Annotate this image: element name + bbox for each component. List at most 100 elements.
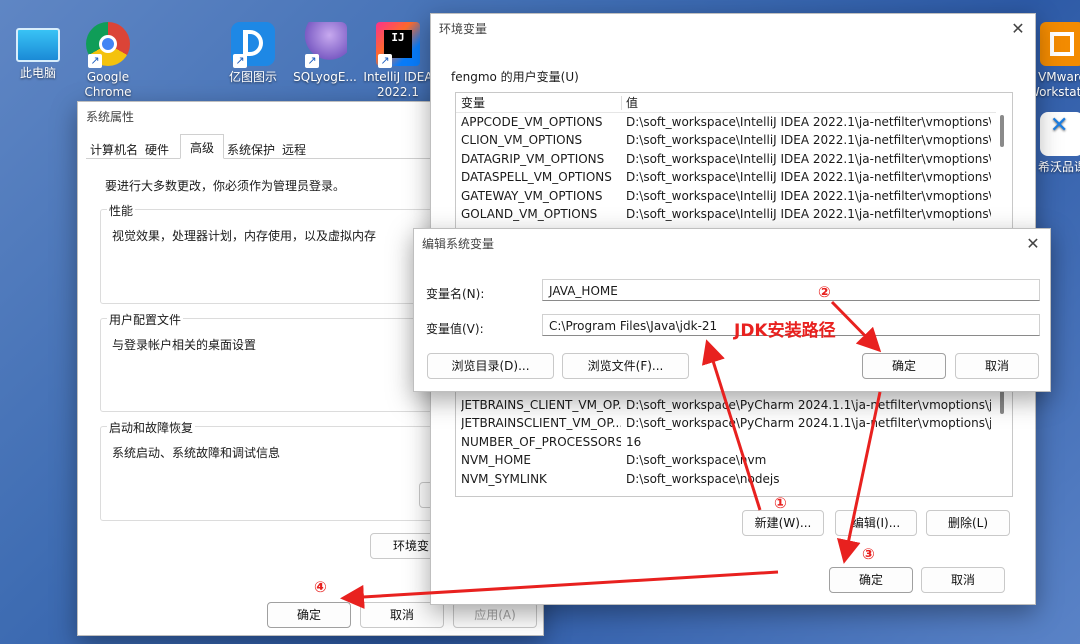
ok-button[interactable]: 确定	[829, 567, 913, 593]
desktop-icon-sqlyog[interactable]: ↗ SQLyogE...	[287, 22, 363, 85]
table-row[interactable]: JETBRAINSCLIENT_VM_OP... D:\soft_workspac…	[456, 414, 996, 432]
column-header-variable[interactable]: 变量	[461, 94, 621, 112]
scrollbar-bottom[interactable]	[1000, 390, 1004, 414]
vmware-icon	[1040, 22, 1080, 66]
performance-group: 性能 视觉效果，处理器计划，内存使用，以及虚拟内存	[100, 202, 462, 304]
user-profile-group: 用户配置文件 与登录帐户相关的桌面设置	[100, 311, 462, 412]
variable-value-cell: D:\soft_workspace\IntelliJ IDEA 2022.1\j…	[626, 151, 991, 166]
desktop-icon-label: 此电脑	[19, 66, 56, 80]
tab-system-protection[interactable]: 系统保护	[227, 141, 275, 158]
user-variables-label: fengmo 的用户变量(U)	[451, 70, 579, 84]
variable-value-cell: D:\soft_workspace\IntelliJ IDEA 2022.1\j…	[626, 188, 991, 203]
dolphin-icon: ↗	[303, 22, 347, 68]
table-row[interactable]: CLION_VM_OPTIONS D:\soft_workspace\Intell…	[456, 131, 996, 149]
startup-recovery-group: 启动和故障恢复 系统启动、系统故障和调试信息	[100, 419, 462, 521]
chrome-icon: ↗	[86, 22, 130, 68]
variable-name-cell: JETBRAINSCLIENT_VM_OP...	[461, 416, 621, 431]
desktop-icon-label: SQLyogE...	[293, 70, 357, 84]
variable-name-cell: APPCODE_VM_OPTIONS	[461, 115, 603, 129]
tab-remote[interactable]: 远程	[282, 141, 306, 158]
tab-hardware[interactable]: 硬件	[145, 141, 169, 158]
tab-advanced[interactable]: 高级	[180, 134, 224, 159]
shortcut-arrow-icon: ↗	[378, 54, 392, 68]
column-header-value[interactable]: 值	[626, 94, 991, 112]
table-row[interactable]: JETBRAINS_CLIENT_VM_OP... D:\soft_workspa…	[456, 396, 996, 414]
variable-name-cell: GOLAND_VM_OPTIONS	[461, 207, 598, 221]
variable-name-cell: NUMBER_OF_PROCESSORS	[461, 434, 621, 449]
edraw-icon: ↗	[231, 22, 275, 68]
browse-directory-button[interactable]: 浏览目录(D)...	[427, 353, 554, 379]
variable-value-label: 变量值(V):	[426, 322, 484, 336]
startup-recovery-desc: 系统启动、系统故障和调试信息	[112, 446, 281, 460]
desktop-icon-chrome[interactable]: ↗ Google Chrome	[70, 22, 146, 100]
ok-button[interactable]: 确定	[862, 353, 946, 379]
variable-name-cell: NVM_SYMLINK	[461, 471, 547, 486]
window-title: 系统属性	[86, 110, 135, 124]
admin-note: 要进行大多数更改，你必须作为管理员登录。	[105, 179, 346, 193]
desktop-icon-label: 亿图图示	[228, 70, 277, 84]
apply-button[interactable]: 应用(A)	[453, 602, 537, 628]
user-profile-desc: 与登录帐户相关的桌面设置	[112, 338, 257, 352]
table-row[interactable]: DATAGRIP_VM_OPTIONS D:\soft_workspace\Int…	[456, 150, 996, 168]
variable-value-cell: D:\soft_workspace\nvm	[626, 453, 767, 468]
browse-file-button[interactable]: 浏览文件(F)...	[562, 353, 689, 379]
variable-value-cell: D:\soft_workspace\IntelliJ IDEA 2022.1\j…	[626, 133, 991, 148]
variable-value-cell: D:\soft_workspace\nodejs	[626, 471, 780, 486]
seewo-icon: ✕	[1040, 112, 1080, 156]
table-row[interactable]: NVM_HOME D:\soft_workspace\nvm	[456, 451, 996, 469]
variable-name-input[interactable]: JAVA_HOME	[542, 279, 1040, 301]
variable-name-cell: DATAGRIP_VM_OPTIONS	[461, 151, 605, 166]
variable-name-cell: JETBRAINS_CLIENT_VM_OP...	[461, 398, 621, 412]
edit-variable-button[interactable]: 编辑(I)...	[835, 510, 917, 536]
scrollbar-top[interactable]	[1000, 115, 1004, 147]
delete-variable-button[interactable]: 删除(L)	[926, 510, 1010, 536]
step-2-marker: ②	[818, 283, 831, 301]
cancel-button[interactable]: 取消	[360, 602, 444, 628]
desktop-icon-this-pc[interactable]: 此电脑	[0, 22, 76, 81]
window-title: 环境变量	[439, 22, 488, 36]
variable-value-cell: D:\soft_workspace\IntelliJ IDEA 2022.1\j…	[626, 115, 991, 129]
desktop-icon-label: Google Chrome	[84, 70, 132, 99]
edit-system-variable-dialog: 编辑系统变量 ✕ 变量名(N): JAVA_HOME 变量值(V): C:\Pr…	[413, 228, 1051, 392]
variable-name-cell: GATEWAY_VM_OPTIONS	[461, 188, 603, 203]
variable-value-cell: D:\soft_workspace\IntelliJ IDEA 2022.1\j…	[626, 207, 991, 221]
table-row[interactable]: NUMBER_OF_PROCESSORS 16	[456, 433, 996, 451]
step-3-marker: ③	[862, 545, 875, 563]
monitor-icon	[16, 28, 60, 62]
jdk-path-annotation: JDK安装路径	[734, 321, 836, 341]
close-icon[interactable]: ✕	[1007, 18, 1029, 40]
new-variable-button[interactable]: 新建(W)...	[742, 510, 824, 536]
shortcut-arrow-icon: ↗	[233, 54, 247, 68]
tab-computer-name[interactable]: 计算机名	[90, 141, 138, 158]
desktop-icon-edraw[interactable]: ↗ 亿图图示	[215, 22, 291, 85]
table-row[interactable]: NVM_SYMLINK D:\soft_workspace\nodejs	[456, 470, 996, 488]
ok-button[interactable]: 确定	[267, 602, 351, 628]
table-row[interactable]: GOLAND_VM_OPTIONS D:\soft_workspace\Intel…	[456, 205, 996, 223]
shortcut-arrow-icon: ↗	[88, 54, 102, 68]
table-header: 变量 值	[456, 94, 996, 113]
close-icon[interactable]: ✕	[1022, 233, 1044, 255]
shortcut-arrow-icon: ↗	[305, 54, 319, 68]
step-4-marker: ④	[314, 578, 327, 596]
variable-value-cell: D:\soft_workspace\IntelliJ IDEA 2022.1\j…	[626, 170, 991, 185]
user-profile-label: 用户配置文件	[107, 311, 184, 328]
intellij-icon: IJ ↗	[376, 22, 420, 68]
variable-name-cell: DATASPELL_VM_OPTIONS	[461, 170, 612, 185]
desktop-icon-label: IntelliJ IDEA 2022.1	[363, 70, 433, 99]
variable-value-cell: D:\soft_workspace\PyCharm 2024.1.1\ja-ne…	[626, 416, 991, 431]
startup-recovery-label: 启动和故障恢复	[107, 419, 196, 436]
variable-value-cell: D:\soft_workspace\PyCharm 2024.1.1\ja-ne…	[626, 398, 991, 412]
cancel-button[interactable]: 取消	[921, 567, 1005, 593]
table-row[interactable]: DATASPELL_VM_OPTIONS D:\soft_workspace\In…	[456, 168, 996, 186]
window-title: 编辑系统变量	[422, 237, 495, 251]
performance-label: 性能	[107, 202, 136, 219]
performance-desc: 视觉效果，处理器计划，内存使用，以及虚拟内存	[112, 229, 377, 243]
desktop-icon-intellij[interactable]: IJ ↗ IntelliJ IDEA 2022.1	[360, 22, 436, 100]
variable-name-label: 变量名(N):	[426, 287, 485, 301]
cancel-button[interactable]: 取消	[955, 353, 1039, 379]
step-1-marker: ①	[774, 494, 787, 512]
table-row[interactable]: APPCODE_VM_OPTIONS D:\soft_workspace\Inte…	[456, 113, 996, 131]
variable-value-cell: 16	[626, 434, 642, 449]
variable-name-cell: CLION_VM_OPTIONS	[461, 133, 583, 148]
table-row[interactable]: GATEWAY_VM_OPTIONS D:\soft_workspace\Inte…	[456, 187, 996, 205]
